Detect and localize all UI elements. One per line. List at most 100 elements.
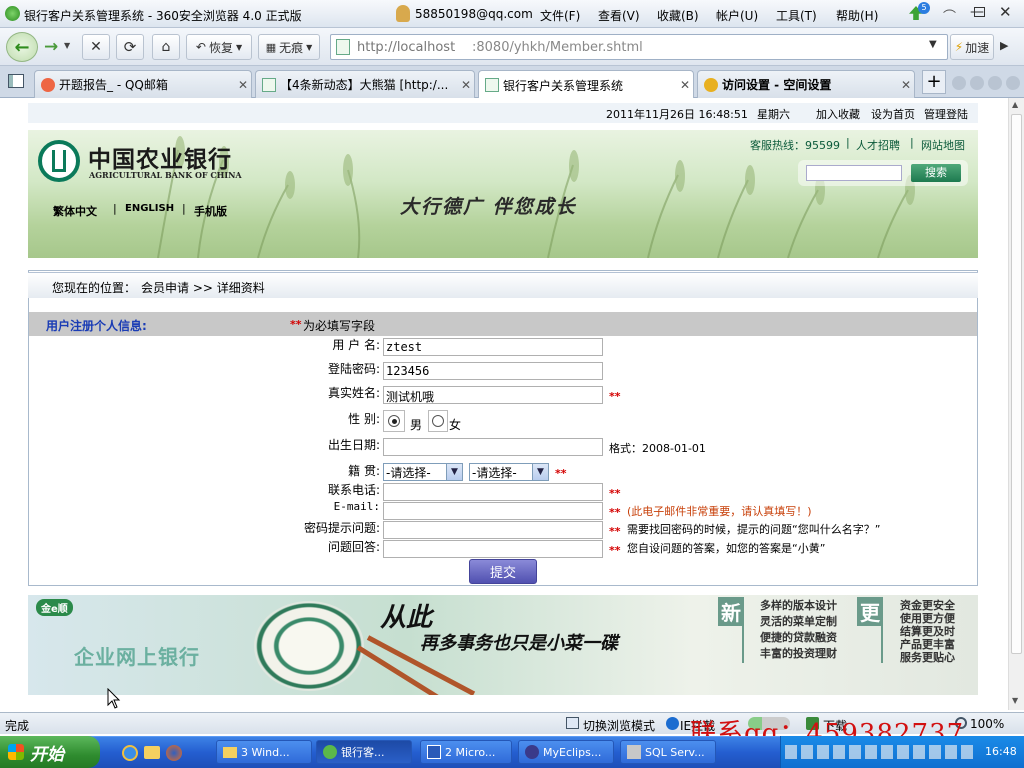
- taskbar-item-windows-explorer[interactable]: 3 Wind...: [216, 740, 312, 764]
- tab-label: 【4条新动态】大熊猫 [http:/...: [280, 78, 449, 92]
- lang-traditional[interactable]: 繁体中文: [53, 203, 97, 219]
- new-tab-icon[interactable]: +: [922, 70, 946, 94]
- answer-input[interactable]: [383, 540, 603, 558]
- city-select[interactable]: -请选择- ▼: [469, 463, 549, 481]
- account-icon[interactable]: [396, 5, 410, 22]
- forward-dropdown-icon[interactable]: ▼: [64, 41, 70, 50]
- menu-account[interactable]: 帐户(U): [716, 7, 758, 24]
- tab-qqmail[interactable]: 开题报告_ - QQ邮箱 ✕: [34, 70, 252, 98]
- tab-more-icon[interactable]: [1006, 76, 1020, 90]
- go-arrow-icon[interactable]: ▶: [1000, 39, 1008, 52]
- home-button[interactable]: ⌂: [152, 34, 180, 60]
- skin-icon[interactable]: ⌒: [943, 6, 956, 25]
- province-select-value: -请选择-: [386, 465, 431, 480]
- gender-female-label[interactable]: 女: [449, 416, 461, 433]
- corporate-ebank-banner[interactable]: 金e顺 企业网上银行 从此 再多事务也只是小菜一碟 新 多样的版本设计 灵活的菜…: [28, 595, 978, 695]
- zoom-level[interactable]: 100%: [970, 717, 1004, 731]
- add-favorite-link[interactable]: 加入收藏: [816, 106, 860, 122]
- restore-button[interactable]: ↶ 恢复 ▼: [186, 34, 252, 60]
- account-email[interactable]: 58850198@qq.com: [415, 7, 533, 21]
- tab-close-icon[interactable]: ✕: [898, 78, 914, 92]
- taskbar-item-sqlserver[interactable]: SQL Serv...: [620, 740, 716, 764]
- tab-scroll-left-icon[interactable]: [952, 76, 966, 90]
- folder-quicklaunch-icon[interactable]: [144, 746, 160, 759]
- chevron-down-icon: ▼: [532, 464, 548, 480]
- phone-input[interactable]: [383, 483, 603, 501]
- taskbar-item-word[interactable]: 2 Micro...: [420, 740, 512, 764]
- vertical-scrollbar[interactable]: ▲ ▼: [1008, 98, 1024, 710]
- question-input[interactable]: [383, 521, 603, 539]
- forward-arrow-icon[interactable]: →: [44, 37, 58, 57]
- menu-tools[interactable]: 工具(T): [776, 7, 817, 24]
- search-input[interactable]: [806, 165, 902, 181]
- tray-icons[interactable]: [785, 745, 975, 759]
- address-bar[interactable]: http://localhost :8080/yhkh/Member.shtml…: [330, 34, 948, 60]
- menu-view[interactable]: 查看(V): [598, 7, 640, 24]
- menu-help[interactable]: 帮助(H): [836, 7, 878, 24]
- province-select[interactable]: -请选择- ▼: [383, 463, 463, 481]
- lang-mobile[interactable]: 手机版: [194, 203, 227, 219]
- scroll-down-icon[interactable]: ▼: [1012, 696, 1018, 705]
- traceless-button[interactable]: ▦ 无痕 ▼: [258, 34, 320, 60]
- sitemap-link[interactable]: 网站地图: [921, 137, 965, 153]
- stop-icon: ✕: [90, 39, 102, 55]
- stop-button[interactable]: ✕: [82, 34, 110, 60]
- scroll-up-icon[interactable]: ▲: [1012, 100, 1018, 109]
- submit-button[interactable]: 提交: [469, 559, 537, 584]
- tab-bank-crm[interactable]: 银行客户关系管理系统 ✕: [478, 70, 694, 99]
- scroll-thumb[interactable]: [1011, 114, 1022, 654]
- tab-scroll-right-icon[interactable]: [970, 76, 984, 90]
- set-homepage-link[interactable]: 设为首页: [871, 106, 915, 122]
- sidebar-toggle-icon[interactable]: [8, 74, 24, 88]
- form-heading-bar: 用户注册个人信息: ** 为必填写字段: [29, 312, 977, 336]
- tab-access-settings[interactable]: 访问设置 - 空间设置 ✕: [697, 70, 915, 98]
- required-mark: **: [609, 544, 621, 557]
- speedup-button[interactable]: ⚡ 加速: [950, 34, 994, 60]
- notify-badge: 5: [918, 2, 930, 14]
- abc-logo-icon: [38, 140, 80, 182]
- tab-close-icon[interactable]: ✕: [458, 78, 474, 92]
- windows-flag-icon: [8, 744, 24, 760]
- tab-panda[interactable]: 【4条新动态】大熊猫 [http:/... ✕: [255, 70, 475, 98]
- browse-mode-toggle[interactable]: 切换浏览模式: [583, 717, 655, 734]
- window-titlebar: 银行客户关系管理系统 - 360安全浏览器 4.0 正式版 58850198@q…: [0, 0, 1024, 28]
- birthday-input[interactable]: [383, 438, 603, 456]
- taskbar-item-label: MyEclips...: [543, 745, 602, 759]
- menu-file[interactable]: 文件(F): [540, 7, 580, 24]
- refresh-icon: ⟳: [123, 38, 137, 56]
- refresh-button[interactable]: ⟳: [116, 34, 144, 60]
- lang-english[interactable]: ENGLISH: [125, 203, 174, 214]
- firefox-quicklaunch-icon[interactable]: [166, 745, 182, 761]
- gender-male-radio[interactable]: [383, 410, 405, 432]
- restore-window-icon[interactable]: [974, 7, 985, 17]
- tab-favicon-icon: [41, 77, 55, 92]
- gender-female-radio[interactable]: [428, 410, 448, 432]
- email-input[interactable]: [383, 502, 603, 520]
- folder-icon: [223, 746, 237, 758]
- tab-close-icon[interactable]: ✕: [235, 78, 251, 92]
- tab-close-icon[interactable]: ✕: [677, 78, 693, 92]
- benefit-item: 服务更贴心: [900, 651, 955, 664]
- gender-male-label[interactable]: 男: [410, 416, 422, 433]
- taskbar-item-myeclipse[interactable]: MyEclips...: [518, 740, 614, 764]
- tab-menu-icon[interactable]: [988, 76, 1002, 90]
- recruit-link[interactable]: 人才招聘: [856, 137, 900, 153]
- browse-mode-icon[interactable]: [566, 717, 579, 729]
- password-input[interactable]: 123456: [383, 362, 603, 380]
- ie-quicklaunch-icon[interactable]: [122, 745, 138, 761]
- city-select-value: -请选择-: [472, 465, 517, 480]
- required-note: 为必填写字段: [303, 319, 376, 333]
- close-window-icon[interactable]: ✕: [999, 3, 1012, 21]
- taskbar-item-browser[interactable]: 银行客...: [316, 740, 412, 764]
- slogan: 大行德广 伴您成长: [400, 196, 577, 218]
- admin-login-link[interactable]: 管理登陆: [924, 106, 968, 122]
- start-button[interactable]: 开始: [0, 736, 100, 768]
- address-dropdown-icon[interactable]: ▼: [929, 39, 937, 50]
- username-input[interactable]: ztest: [383, 338, 603, 356]
- realname-input[interactable]: 测试机哦: [383, 386, 603, 404]
- menu-favorites[interactable]: 收藏(B): [657, 7, 699, 24]
- ie-block-icon[interactable]: [666, 717, 679, 730]
- bank-header-banner: 中国农业银行 AGRICULTURAL BANK OF CHINA 繁体中文 |…: [28, 130, 978, 258]
- search-button[interactable]: 搜索: [911, 164, 961, 182]
- back-button[interactable]: ←: [6, 32, 38, 62]
